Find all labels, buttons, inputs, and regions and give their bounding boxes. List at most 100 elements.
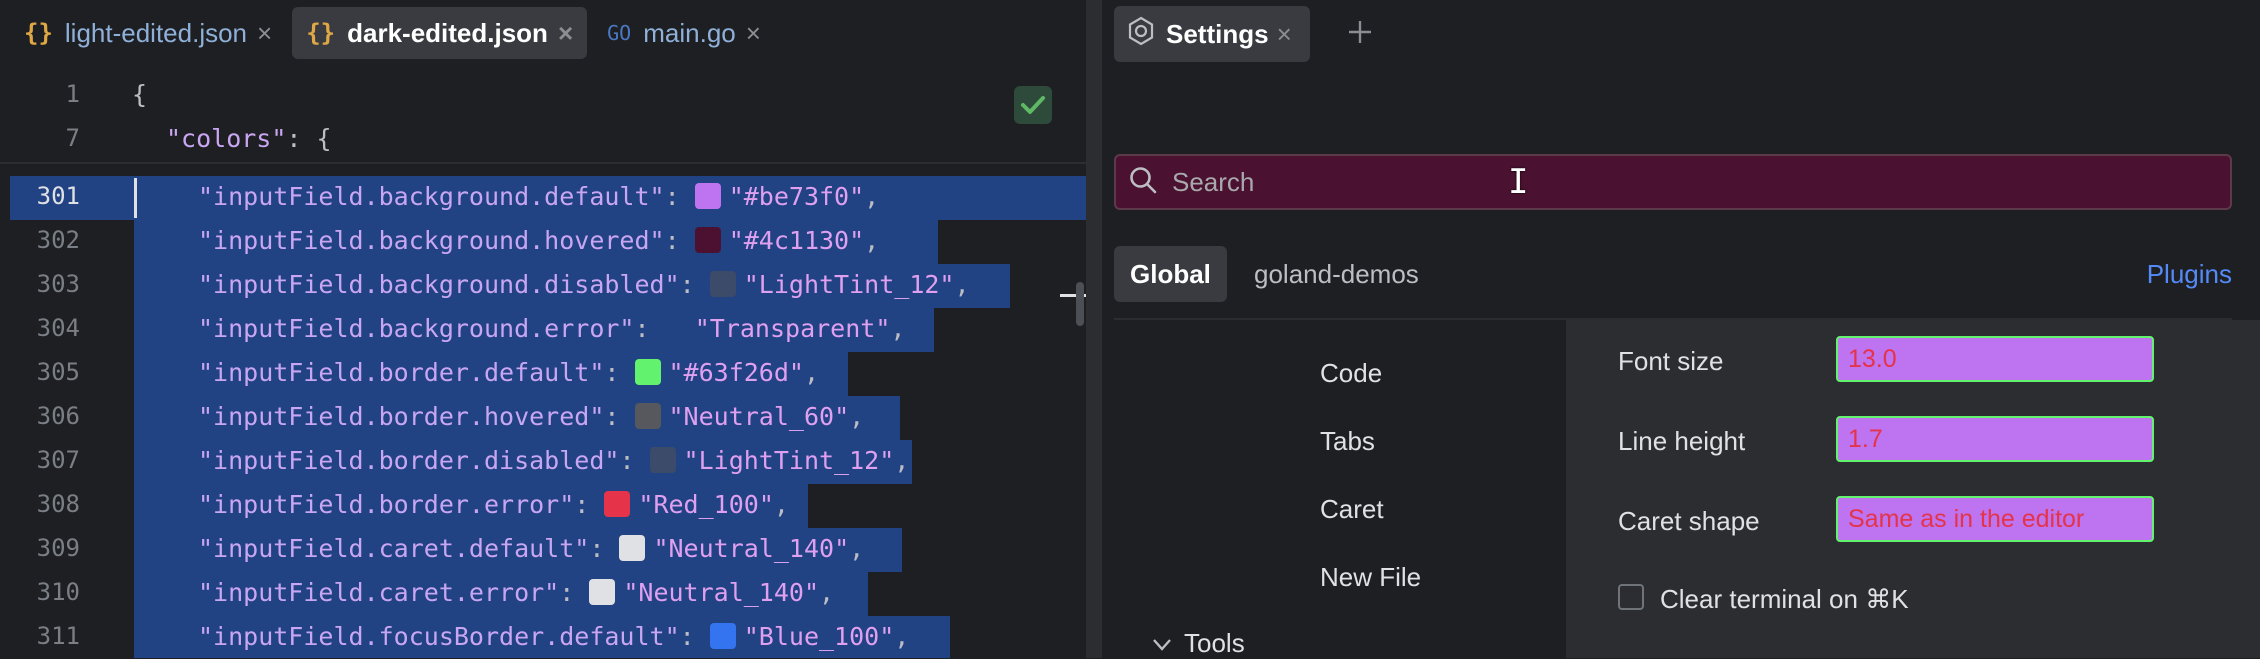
- json-value: "Transparent": [694, 314, 891, 343]
- code-line[interactable]: "inputField.caret.default": "Neutral_140…: [198, 534, 864, 565]
- json-comma: ,: [803, 358, 820, 387]
- pane-divider[interactable]: [1086, 0, 1102, 658]
- json-colon: :: [679, 270, 710, 299]
- text-caret: [134, 178, 137, 218]
- nav-item-tabs[interactable]: Tabs: [1320, 426, 1375, 457]
- json-key: "inputField.border.default": [198, 358, 605, 387]
- color-swatch-icon[interactable]: [694, 227, 721, 253]
- caret-shape-dropdown[interactable]: Same as in the editor: [1836, 496, 2154, 542]
- settings-search-field[interactable]: [1114, 154, 2232, 210]
- json-value: "Neutral_140": [623, 578, 820, 607]
- code-line[interactable]: "inputField.background.default": "#be73f…: [198, 182, 879, 213]
- json-value: "Blue_100": [743, 622, 895, 651]
- json-colon: :: [619, 446, 650, 475]
- line-number: 309: [36, 534, 80, 562]
- line-height-label: Line height: [1618, 426, 1746, 456]
- code-line[interactable]: "inputField.border.default": "#63f26d",: [198, 358, 819, 389]
- new-tab-plus-icon[interactable]: [1338, 10, 1382, 54]
- line-number: 1: [65, 80, 80, 108]
- line-number: 307: [36, 446, 80, 474]
- json-value: "#4c1130": [728, 226, 865, 255]
- nav-item-new-file[interactable]: New File: [1320, 562, 1421, 593]
- tab-label: light-edited.json: [64, 17, 248, 48]
- json-comma: ,: [864, 226, 880, 255]
- json-value: "LightTint_12": [743, 270, 955, 299]
- close-icon[interactable]: ×: [1277, 19, 1292, 50]
- scope-tab-project[interactable]: goland-demos: [1238, 246, 1435, 302]
- go-file-icon: GO: [607, 21, 632, 45]
- settings-content: Font size 13.0 Line height 1.7 Caret sha…: [1566, 320, 2260, 658]
- tab-light-edited-json[interactable]: {} light-edited.json ×: [10, 7, 286, 59]
- code-line[interactable]: "inputField.border.hovered": "Neutral_60…: [198, 402, 864, 433]
- code-line[interactable]: "inputField.focusBorder.default": "Blue_…: [198, 622, 909, 653]
- tab-settings[interactable]: Settings ×: [1114, 6, 1310, 62]
- sticky-lines: 1 { 7 "colors": {: [0, 76, 1086, 164]
- json-comma: ,: [954, 270, 970, 299]
- color-swatch-icon[interactable]: [634, 359, 661, 385]
- clear-terminal-label[interactable]: Clear terminal on ⌘K: [1660, 584, 1909, 615]
- close-icon[interactable]: ×: [257, 18, 272, 49]
- nav-group-tools[interactable]: Tools: [1152, 628, 1245, 659]
- line-number: 306: [36, 402, 80, 430]
- json-colon: :: [664, 182, 695, 211]
- tab-label: Settings: [1166, 18, 1269, 49]
- json-key: "colors": [166, 124, 287, 153]
- json-comma: ,: [849, 534, 865, 563]
- json-key: "inputField.border.hovered": [198, 402, 605, 431]
- code-line[interactable]: "inputField.background.error": "Transpar…: [198, 314, 905, 343]
- inspection-ok-icon[interactable]: [1014, 86, 1052, 124]
- code-line[interactable]: "inputField.caret.error": "Neutral_140",: [198, 578, 834, 609]
- line-number: 303: [36, 270, 80, 298]
- code-line[interactable]: "inputField.border.error": "Red_100",: [198, 490, 789, 521]
- color-swatch-icon[interactable]: [634, 403, 661, 429]
- settings-gear-icon: [1126, 16, 1156, 53]
- chevron-down-icon: [1152, 628, 1172, 659]
- json-value: "#63f26d": [668, 358, 804, 387]
- json-value: "Neutral_60": [668, 402, 850, 431]
- line-height-field[interactable]: 1.7: [1836, 416, 2154, 462]
- code-line[interactable]: "inputField.border.disabled": "LightTint…: [198, 446, 909, 477]
- color-swatch-icon[interactable]: [709, 271, 736, 297]
- line-number: 310: [36, 578, 80, 606]
- nav-group-label: Tools: [1184, 628, 1245, 658]
- json-comma: ,: [894, 446, 910, 475]
- color-swatch-icon[interactable]: [604, 491, 631, 517]
- json-punctuation: : {: [286, 124, 332, 153]
- swatch-spacer: [665, 314, 695, 343]
- color-swatch-icon[interactable]: [709, 623, 736, 649]
- json-key: "inputField.focusBorder.default": [198, 622, 680, 651]
- tab-dark-edited-json[interactable]: {} dark-edited.json ×: [292, 7, 588, 59]
- json-file-icon: {}: [306, 19, 336, 47]
- ide-window: {} light-edited.json × {} dark-edited.js…: [0, 0, 2260, 658]
- scope-tab-global[interactable]: Global: [1114, 246, 1227, 302]
- caret-shape-label: Caret shape: [1618, 506, 1760, 536]
- nav-item-code[interactable]: Code: [1320, 358, 1382, 389]
- json-value: "#be73f0": [728, 182, 865, 211]
- font-size-field[interactable]: 13.0: [1836, 336, 2154, 382]
- color-swatch-icon[interactable]: [694, 183, 721, 209]
- code-line: "colors": {: [166, 124, 332, 153]
- color-swatch-icon[interactable]: [649, 447, 676, 473]
- tab-label: dark-edited.json: [347, 17, 548, 48]
- tab-main-go[interactable]: GO main.go ×: [593, 7, 775, 59]
- json-comma: ,: [864, 182, 880, 211]
- clear-terminal-checkbox[interactable]: [1618, 584, 1644, 610]
- json-key: "inputField.border.disabled": [198, 446, 620, 475]
- nav-item-caret[interactable]: Caret: [1320, 494, 1384, 525]
- search-input[interactable]: [1170, 165, 2174, 199]
- settings-nav-tree: Code Tabs Caret New File Tools: [1114, 320, 1566, 658]
- json-key: "inputField.caret.default": [198, 534, 590, 563]
- json-colon: :: [604, 402, 635, 431]
- json-key: "inputField.background.disabled": [198, 270, 680, 299]
- close-icon[interactable]: ×: [558, 18, 573, 49]
- line-number: 302: [36, 226, 80, 254]
- color-swatch-icon[interactable]: [589, 579, 616, 605]
- font-size-label: Font size: [1618, 346, 1724, 376]
- code-line[interactable]: "inputField.background.disabled": "Light…: [198, 270, 970, 301]
- code-line[interactable]: "inputField.background.hovered": "#4c113…: [198, 226, 879, 257]
- editor-scrollbar[interactable]: [1076, 282, 1084, 326]
- color-swatch-icon[interactable]: [619, 535, 646, 561]
- plugins-link[interactable]: Plugins: [2147, 246, 2232, 302]
- json-comma: ,: [849, 402, 865, 431]
- close-icon[interactable]: ×: [746, 18, 761, 49]
